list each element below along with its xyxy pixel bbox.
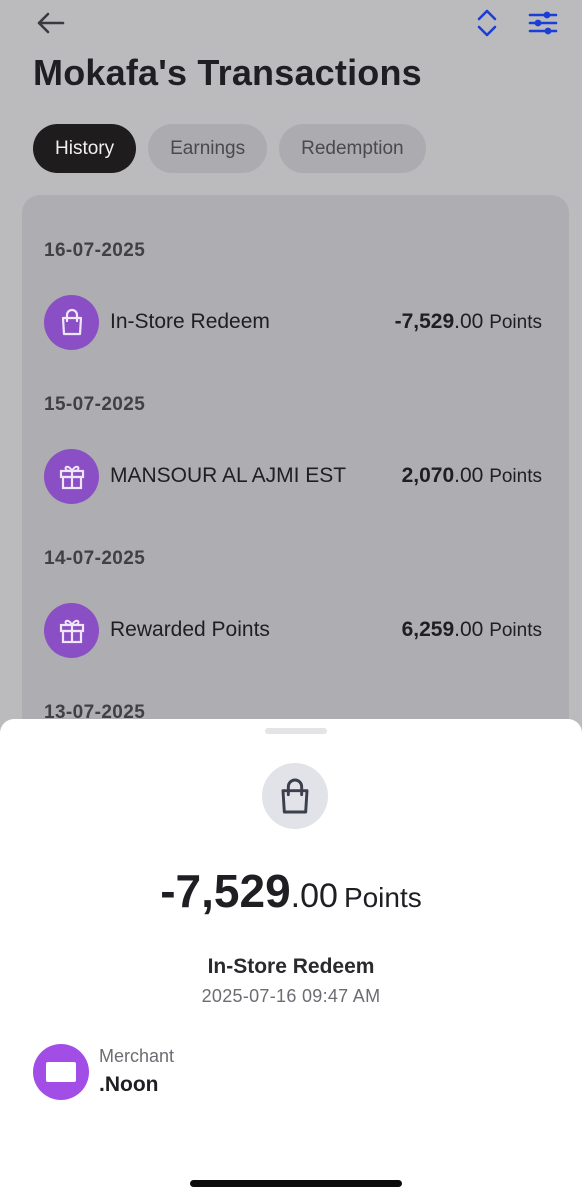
transaction-row[interactable]: In-Store Redeem -7,529.00 Points <box>44 294 542 350</box>
detail-datetime: 2025-07-16 09:47 AM <box>201 986 381 1006</box>
back-button[interactable] <box>30 6 70 40</box>
back-arrow-icon <box>37 12 65 34</box>
tab-redemption[interactable]: Redemption <box>279 124 426 173</box>
transaction-icon <box>44 448 99 504</box>
shopping-bag-icon <box>281 778 309 814</box>
filter-icon <box>528 11 558 35</box>
sort-button[interactable] <box>470 4 504 42</box>
transaction-label: MANSOUR AL AJMI EST <box>110 464 347 487</box>
tab-bar: History Earnings Redemption <box>33 124 426 173</box>
transaction-amount: 6,259.00 Points <box>401 618 542 641</box>
tab-earnings[interactable]: Earnings <box>148 124 268 173</box>
merchant-label: Merchant <box>99 1046 175 1066</box>
home-indicator[interactable] <box>190 1180 402 1187</box>
page-title: Mokafa's Transactions <box>33 52 422 93</box>
tab-history[interactable]: History <box>33 124 137 173</box>
transaction-amount: -7,529.00 Points <box>394 310 542 333</box>
merchant-avatar <box>33 1044 89 1100</box>
transaction-row[interactable]: Rewarded Points 6,259.00 Points <box>44 602 542 658</box>
transaction-icon <box>44 294 99 350</box>
merchant-name: .Noon <box>99 1073 159 1096</box>
detail-amount: -7,529.00 Points <box>160 865 422 917</box>
transaction-label: In-Store Redeem <box>110 310 270 333</box>
transaction-row[interactable]: MANSOUR AL AJMI EST 2,070.00 Points <box>44 448 542 504</box>
transaction-label: Rewarded Points <box>110 618 270 641</box>
card-icon <box>46 1062 76 1082</box>
gift-icon <box>59 619 84 644</box>
detail-icon-badge <box>262 763 328 829</box>
gift-icon <box>59 465 84 490</box>
date-header: 15-07-2025 <box>44 394 146 415</box>
date-header: 14-07-2025 <box>44 548 146 569</box>
transaction-icon <box>44 602 99 658</box>
top-bar <box>0 0 582 50</box>
date-header: 16-07-2025 <box>44 240 146 261</box>
sort-icon <box>477 9 497 37</box>
sheet-grabber[interactable] <box>265 728 327 734</box>
transaction-amount: 2,070.00 Points <box>401 464 542 487</box>
shopping-bag-icon <box>61 308 82 336</box>
detail-transaction-type: In-Store Redeem <box>207 955 375 978</box>
filter-button[interactable] <box>524 6 562 40</box>
transaction-detail-sheet: -7,529.00 Points In-Store Redeem 2025-07-… <box>0 719 582 1199</box>
